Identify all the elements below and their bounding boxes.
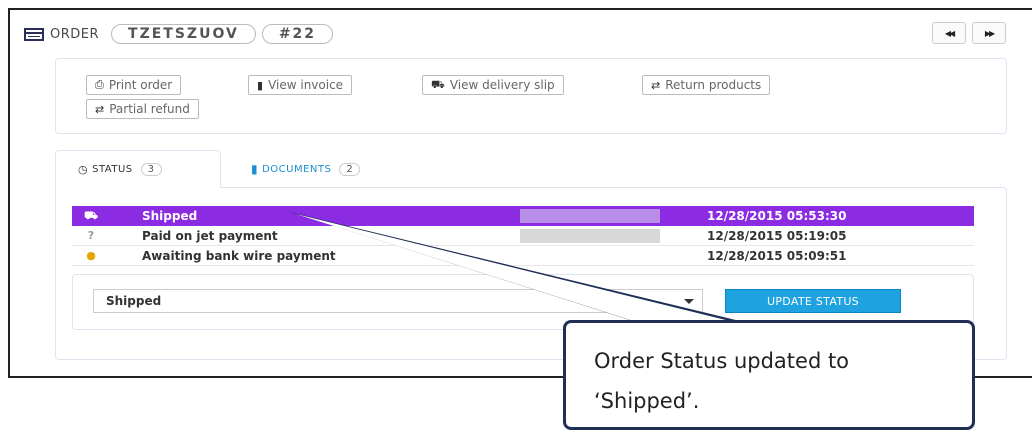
partial-refund-label: Partial refund <box>109 102 190 116</box>
exchange-icon: ⇄ <box>95 102 105 116</box>
truck-icon: ⛟ <box>84 208 98 222</box>
history-row[interactable]: ⛟ Shipped 12/28/2015 05:53:30 <box>72 206 974 226</box>
history-row[interactable]: ● Awaiting bank wire payment 12/28/2015 … <box>72 246 974 266</box>
file-icon: ▮ <box>257 78 264 92</box>
next-order-button[interactable]: ▶▶ <box>972 22 1006 44</box>
order-nav: ◀◀ ▶▶ <box>932 22 1006 44</box>
return-products-button[interactable]: ⇄ Return products <box>642 75 771 95</box>
question-icon: ? <box>87 229 95 242</box>
print-order-button[interactable]: ⎙ Print order <box>86 75 182 95</box>
documents-count-badge: 2 <box>339 162 361 176</box>
return-products-label: Return products <box>665 78 762 92</box>
backward-icon: ◀◀ <box>944 28 955 38</box>
order-icon <box>24 27 44 41</box>
tab-status-label: STATUS <box>92 164 133 175</box>
coins-icon: ● <box>86 249 96 262</box>
order-header: ORDER TZETSZUOV #22 <box>24 22 334 46</box>
tab-documents[interactable]: ▮ DOCUMENTS 2 <box>251 150 431 188</box>
order-status-select[interactable]: Shipped <box>93 289 703 313</box>
print-order-label: Print order <box>108 78 173 92</box>
history-status: Shipped <box>142 209 198 223</box>
callout-line-1: Order Status updated to <box>594 349 850 373</box>
order-reference-badge: TZETSZUOV <box>111 24 256 44</box>
redacted-employee <box>520 209 660 223</box>
view-delivery-slip-label: View delivery slip <box>449 78 555 92</box>
previous-order-button[interactable]: ◀◀ <box>932 22 966 44</box>
partial-refund-button[interactable]: ⇄ Partial refund <box>86 99 199 119</box>
annotation-callout: Order Status updated to ‘Shipped’. <box>563 320 975 430</box>
truck-icon: ⛟ <box>431 77 445 91</box>
history-status: Awaiting bank wire payment <box>142 248 336 263</box>
redacted-employee <box>520 228 660 243</box>
tab-status[interactable]: ◷ STATUS 3 <box>55 150 221 188</box>
tab-documents-label: DOCUMENTS <box>262 163 332 175</box>
view-invoice-label: View invoice <box>268 78 344 92</box>
history-date: 12/28/2015 05:19:05 <box>707 228 847 243</box>
history-row[interactable]: ? Paid on jet payment 12/28/2015 05:19:0… <box>72 226 974 246</box>
callout-line-2: ‘Shipped’. <box>594 389 700 413</box>
order-status-select-value: Shipped <box>106 294 162 308</box>
view-delivery-slip-button[interactable]: ⛟ View delivery slip <box>422 75 564 95</box>
forward-icon: ▶▶ <box>984 28 995 38</box>
documents-icon: ▮ <box>251 162 259 176</box>
history-date: 12/28/2015 05:09:51 <box>707 248 847 263</box>
chevron-down-icon <box>684 299 694 304</box>
history-status: Paid on jet payment <box>142 228 278 243</box>
order-actions: ⎙ Print order ▮ View invoice ⛟ View deli… <box>55 58 1007 134</box>
order-number-badge: #22 <box>261 24 334 44</box>
status-count-badge: 3 <box>140 163 162 176</box>
print-icon: ⎙ <box>95 78 104 91</box>
exchange-icon: ⇄ <box>651 78 661 92</box>
view-invoice-button[interactable]: ▮ View invoice <box>248 75 353 95</box>
order-label: ORDER <box>50 26 100 42</box>
update-status-button[interactable]: UPDATE STATUS <box>725 289 901 313</box>
clock-icon: ◷ <box>78 163 89 176</box>
history-date: 12/28/2015 05:53:30 <box>707 209 847 223</box>
